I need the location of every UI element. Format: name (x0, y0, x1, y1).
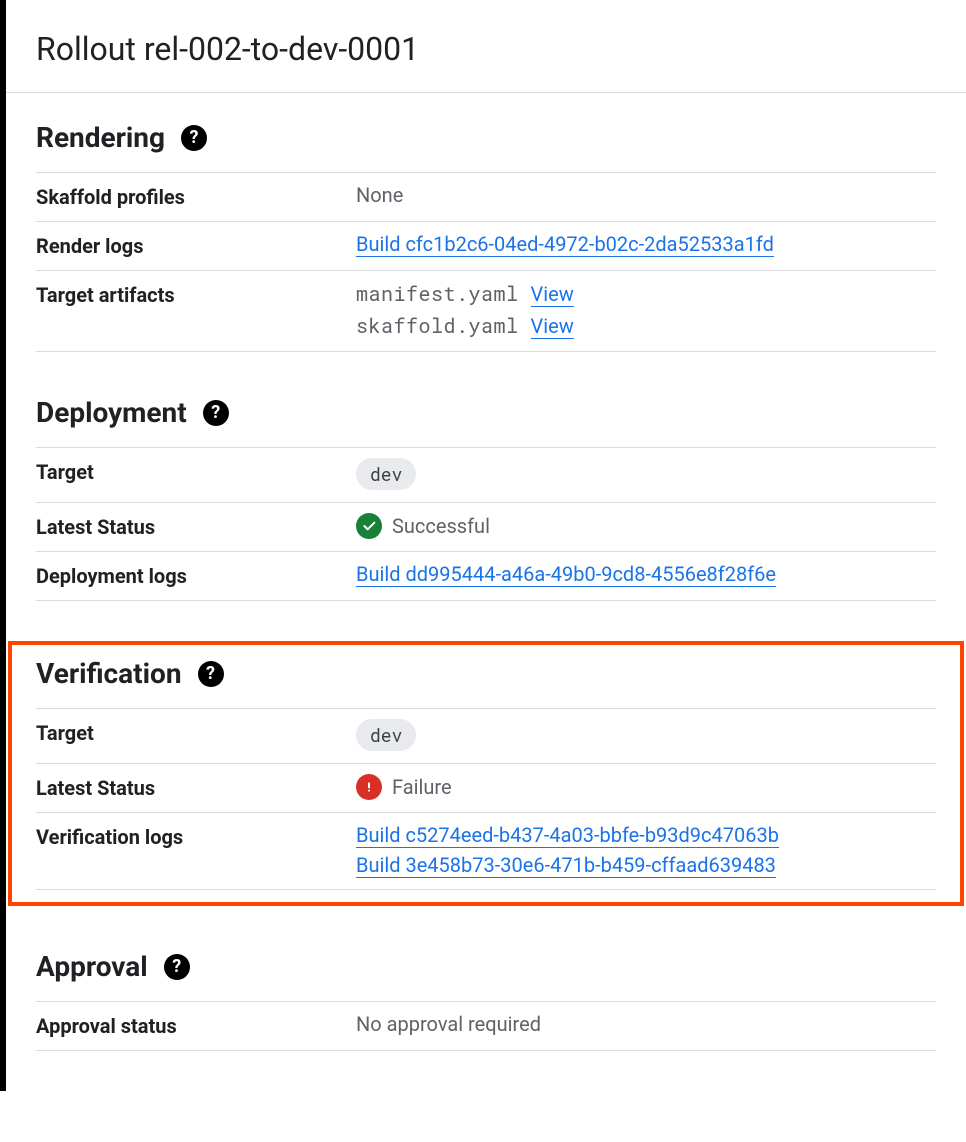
artifact-item: skaffold.yaml View (356, 313, 936, 339)
artifact-view-link[interactable]: View (531, 282, 574, 307)
section-approval: Approval ? Approval status No approval r… (36, 950, 936, 1051)
deployment-status-label: Latest Status (36, 513, 356, 539)
artifact-item: manifest.yaml View (356, 281, 936, 307)
verification-highlight: Verification ? Target dev Latest Status … (8, 641, 964, 906)
skaffold-profiles-value: None (356, 183, 936, 207)
error-circle-icon (356, 774, 382, 800)
help-icon[interactable]: ? (181, 125, 207, 151)
help-icon[interactable]: ? (203, 400, 229, 426)
rendering-heading: Rendering (36, 121, 165, 154)
deployment-status-value: Successful (392, 514, 490, 538)
section-verification: Verification ? Target dev Latest Status … (36, 657, 936, 890)
row-verification-target: Target dev (36, 709, 936, 764)
verification-log-link[interactable]: Build c5274eed-b437-4a03-bbfe-b93d9c4706… (356, 823, 779, 848)
artifact-view-link[interactable]: View (531, 314, 574, 339)
row-verification-status: Latest Status Failure (36, 764, 936, 813)
row-render-logs: Render logs Build cfc1b2c6-04ed-4972-b02… (36, 222, 936, 271)
render-logs-link[interactable]: Build cfc1b2c6-04ed-4972-b02c-2da52533a1… (356, 232, 774, 257)
verification-heading: Verification (36, 657, 182, 690)
deployment-logs-link[interactable]: Build dd995444-a46a-49b0-9cd8-4556e8f28f… (356, 562, 776, 587)
skaffold-profiles-label: Skaffold profiles (36, 183, 356, 209)
render-logs-label: Render logs (36, 232, 356, 258)
target-chip: dev (356, 719, 416, 751)
page-title: Rollout rel-002-to-dev-0001 (36, 30, 936, 68)
artifact-file: manifest.yaml (356, 281, 519, 307)
row-deployment-status: Latest Status Successful (36, 503, 936, 552)
row-deployment-target: Target dev (36, 448, 936, 503)
row-target-artifacts: Target artifacts manifest.yaml View skaf… (36, 271, 936, 352)
deployment-target-label: Target (36, 458, 356, 484)
artifact-file: skaffold.yaml (356, 313, 519, 339)
verification-status-label: Latest Status (36, 774, 356, 800)
deployment-heading: Deployment (36, 396, 187, 429)
row-verification-logs: Verification logs Build c5274eed-b437-4a… (36, 813, 936, 890)
verification-status-value: Failure (392, 775, 452, 799)
approval-heading: Approval (36, 950, 148, 983)
check-circle-icon (356, 513, 382, 539)
section-rendering: Rendering ? Skaffold profiles None Rende… (36, 121, 936, 352)
help-icon[interactable]: ? (164, 954, 190, 980)
verification-logs-label: Verification logs (36, 823, 356, 849)
target-artifacts-label: Target artifacts (36, 281, 356, 307)
row-approval-status: Approval status No approval required (36, 1002, 936, 1051)
approval-status-label: Approval status (36, 1012, 356, 1038)
row-deployment-logs: Deployment logs Build dd995444-a46a-49b0… (36, 552, 936, 601)
section-deployment: Deployment ? Target dev Latest Status Su… (36, 396, 936, 601)
row-skaffold-profiles: Skaffold profiles None (36, 173, 936, 222)
verification-target-label: Target (36, 719, 356, 745)
divider (6, 92, 966, 93)
approval-status-value: No approval required (356, 1012, 936, 1036)
verification-log-link[interactable]: Build 3e458b73-30e6-471b-b459-cffaad6394… (356, 853, 776, 878)
deployment-logs-label: Deployment logs (36, 562, 356, 588)
help-icon[interactable]: ? (198, 661, 224, 687)
target-chip: dev (356, 458, 416, 490)
